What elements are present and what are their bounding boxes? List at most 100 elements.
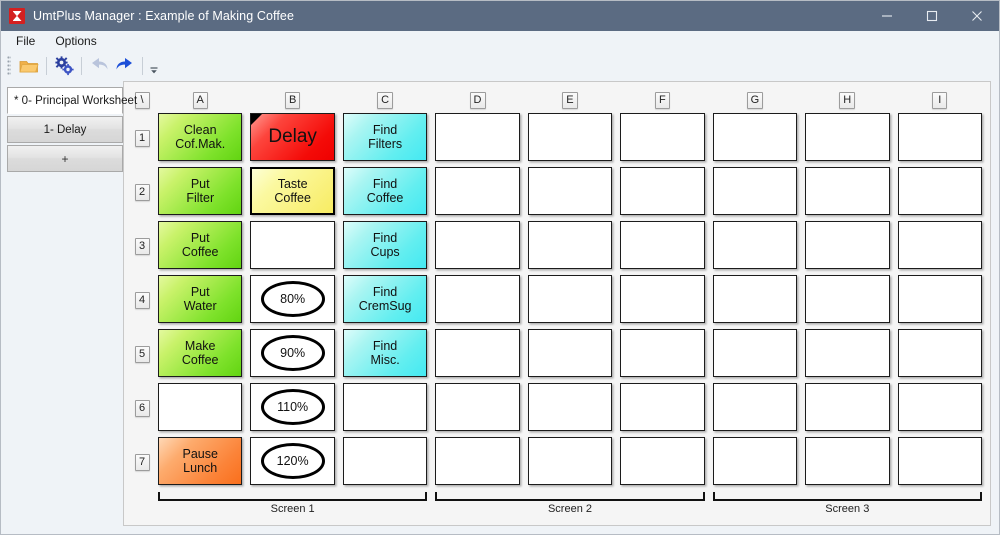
row-header-4[interactable]: 4 [130, 272, 154, 326]
column-header-i[interactable]: I [894, 88, 987, 110]
maximize-icon[interactable] [909, 1, 954, 31]
grid-cell-c6[interactable] [342, 383, 428, 431]
grid-cell-c7[interactable] [342, 437, 428, 485]
grid-cell-b1[interactable]: Delay [250, 113, 335, 161]
grid-cell-d3[interactable] [435, 221, 520, 269]
grid-cell-e2[interactable] [527, 167, 613, 215]
close-icon[interactable] [954, 1, 999, 31]
grid-cell-c3[interactable]: Find Cups [342, 221, 428, 269]
grid-cell-h4[interactable] [805, 275, 890, 323]
grid-cell-b5[interactable]: 90% [250, 329, 335, 377]
grid-cell-h3[interactable] [805, 221, 890, 269]
column-header-a[interactable]: A [154, 88, 246, 110]
grid-cell-i6[interactable] [897, 383, 982, 431]
grid-cell-i3[interactable] [897, 221, 982, 269]
column-header-e[interactable]: E [524, 88, 616, 110]
grid-cell-h7[interactable] [805, 437, 890, 485]
grid-cell-f3[interactable] [620, 221, 705, 269]
column-header-b[interactable]: B [246, 88, 338, 110]
redo-icon[interactable] [112, 54, 138, 78]
grid-cell-wrap [709, 218, 801, 272]
grid-cell-b6[interactable]: 110% [250, 383, 335, 431]
grid-cell-f1[interactable] [620, 113, 705, 161]
row-header-6[interactable]: 6 [130, 380, 154, 434]
grid-cell-d7[interactable] [435, 437, 520, 485]
sheet-tab-principal-worksheet[interactable]: * 0- Principal Worksheet [7, 87, 137, 114]
grid-cell-e6[interactable] [527, 383, 613, 431]
grid-cell-d4[interactable] [435, 275, 520, 323]
grid-cell-d2[interactable] [435, 167, 520, 215]
row-header-5[interactable]: 5 [130, 326, 154, 380]
column-header-c[interactable]: C [339, 88, 431, 110]
grid-cell-a2[interactable]: Put Filter [158, 167, 243, 215]
body-area: * 0- Principal Worksheet 1- Delay + \ A … [1, 81, 999, 534]
grid-cell-a6[interactable] [158, 383, 243, 431]
grid-cell-i7[interactable] [897, 437, 982, 485]
grid-cell-a4[interactable]: Put Water [158, 275, 243, 323]
grid-cell-i2[interactable] [897, 167, 982, 215]
grid-cell-g5[interactable] [712, 329, 798, 377]
grid-cell-a1[interactable]: Clean Cof.Mak. [158, 113, 243, 161]
grid-cell-g4[interactable] [712, 275, 798, 323]
toolbar-overflow-icon[interactable] [147, 54, 161, 78]
grid-cell-e7[interactable] [527, 437, 613, 485]
grid-cell-c5[interactable]: Find Misc. [342, 329, 428, 377]
grid-cell-wrap: Make Coffee [154, 326, 246, 380]
row-header-7[interactable]: 7 [130, 434, 154, 488]
column-header-h[interactable]: H [801, 88, 893, 110]
cell-label: Taste Coffee [274, 177, 311, 205]
grid-cell-f5[interactable] [620, 329, 705, 377]
row-header-1[interactable]: 1 [130, 110, 154, 164]
grid-cell-f4[interactable] [620, 275, 705, 323]
grid-cell-g7[interactable] [712, 437, 798, 485]
grid-cell-h5[interactable] [805, 329, 890, 377]
menu-item-options[interactable]: Options [50, 33, 105, 50]
grid-cell-d1[interactable] [435, 113, 520, 161]
open-folder-icon[interactable] [16, 54, 42, 78]
settings-gears-icon[interactable] [51, 54, 77, 78]
column-header-g[interactable]: G [709, 88, 801, 110]
grid-cell-wrap [709, 434, 801, 488]
grid-cell-g3[interactable] [712, 221, 798, 269]
grid-cell-g6[interactable] [712, 383, 798, 431]
grid-cell-wrap [524, 380, 616, 434]
column-header-f[interactable]: F [616, 88, 708, 110]
grid-cell-b3[interactable] [250, 221, 335, 269]
row-header-3[interactable]: 3 [130, 218, 154, 272]
grid-cell-c4[interactable]: Find CremSug [342, 275, 428, 323]
grid-cell-i4[interactable] [897, 275, 982, 323]
grid-cell-b2[interactable]: Taste Coffee [250, 167, 335, 215]
column-header-d[interactable]: D [431, 88, 523, 110]
grid-cell-a7[interactable]: Pause Lunch [158, 437, 243, 485]
grid-cell-f6[interactable] [620, 383, 705, 431]
undo-icon[interactable] [86, 54, 112, 78]
grid-cell-i1[interactable] [897, 113, 982, 161]
grid-cell-h6[interactable] [805, 383, 890, 431]
grid-cell-g1[interactable] [712, 113, 798, 161]
grid-cell-h1[interactable] [805, 113, 890, 161]
toolbar-grip[interactable] [7, 56, 11, 76]
menu-item-file[interactable]: File [11, 33, 44, 50]
grid-cell-a5[interactable]: Make Coffee [158, 329, 243, 377]
minimize-icon[interactable] [864, 1, 909, 31]
grid-cell-g2[interactable] [712, 167, 798, 215]
grid-cell-a3[interactable]: Put Coffee [158, 221, 243, 269]
grid-cell-i5[interactable] [897, 329, 982, 377]
grid-cell-b4[interactable]: 80% [250, 275, 335, 323]
grid-cell-h2[interactable] [805, 167, 890, 215]
grid-cell-e4[interactable] [527, 275, 613, 323]
grid-cell-d6[interactable] [435, 383, 520, 431]
row-header-2[interactable]: 2 [130, 164, 154, 218]
sheet-tab-delay[interactable]: 1- Delay [7, 116, 123, 143]
grid-cell-f2[interactable] [620, 167, 705, 215]
grid-cell-wrap: Find CremSug [339, 272, 431, 326]
grid-cell-f7[interactable] [620, 437, 705, 485]
grid-cell-d5[interactable] [435, 329, 520, 377]
grid-cell-e5[interactable] [527, 329, 613, 377]
grid-cell-c2[interactable]: Find Coffee [342, 167, 428, 215]
grid-cell-e3[interactable] [527, 221, 613, 269]
grid-cell-c1[interactable]: Find Filters [342, 113, 428, 161]
grid-cell-e1[interactable] [527, 113, 613, 161]
grid-cell-b7[interactable]: 120% [250, 437, 335, 485]
sheet-tab-add[interactable]: + [7, 145, 123, 172]
